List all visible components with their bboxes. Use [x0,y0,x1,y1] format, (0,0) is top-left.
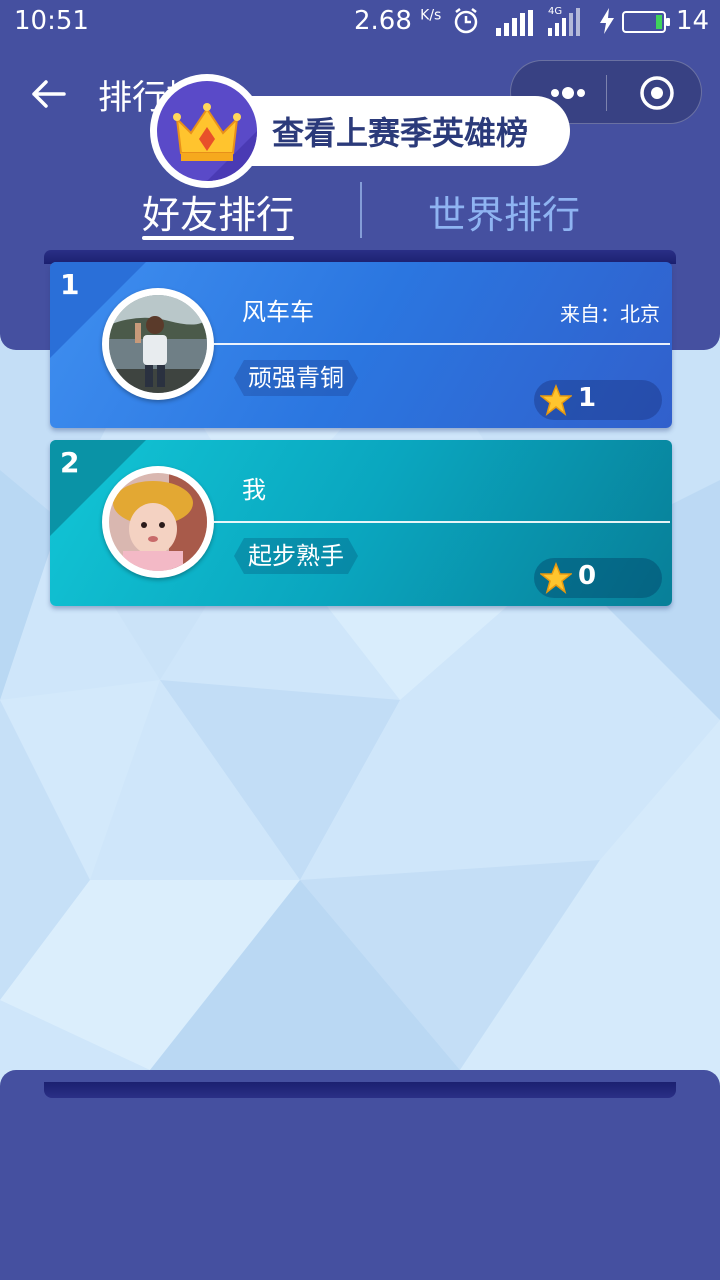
status-time: 10:51 [14,6,89,36]
active-tab-indicator [142,236,294,240]
rank-title-badge: 顽强青铜 [234,360,358,396]
capsule-divider [606,75,607,111]
rank-number: 1 [60,268,80,301]
leaderboard-row[interactable]: 2 我 起步熟手 0 [50,440,672,606]
tab-divider [360,182,362,238]
star-count: 1 [578,383,597,413]
signal-icon [496,10,533,36]
crown-icon [173,103,257,181]
star-icon [540,562,572,594]
rank-title-badge: 起步熟手 [234,538,358,574]
star-count-pill: 1 [534,380,662,420]
star-count: 0 [578,561,597,591]
close-target-icon[interactable] [631,61,701,125]
row-divider [214,521,670,523]
ranking-tabs: 好友排行 世界排行 [0,180,720,250]
last-season-heroes-label: 查看上赛季英雄榜 [272,114,529,152]
star-icon [540,384,572,416]
status-bar: 10:51 2.68 K/s 4G 14 [0,0,720,46]
avatar-photo [109,295,207,393]
rank-number: 2 [60,446,80,479]
star-count-pill: 0 [534,558,662,598]
back-arrow-icon[interactable] [28,74,68,114]
leaderboard-row[interactable]: 1 风车车 来自：北京 顽强青铜 1 [50,262,672,428]
alarm-icon [454,8,478,34]
battery-icon [622,11,670,33]
footer-panel [0,1070,720,1280]
row-divider [214,343,670,345]
player-location: 来自：北京 [560,302,660,326]
crown-badge[interactable] [150,74,264,188]
signal-4g-icon [548,8,580,36]
charging-icon [600,8,614,34]
avatar[interactable] [102,466,214,578]
tab-world-ranking[interactable]: 世界排行 [428,184,580,239]
avatar[interactable] [102,288,214,400]
tab-friends-ranking[interactable]: 好友排行 [142,184,294,239]
list-bottom-edge [44,1082,676,1098]
network-speed: 2.68 K/s [354,6,442,36]
battery-level: 14 [676,6,710,36]
player-name: 风车车 [242,298,314,326]
player-name: 我 [242,476,266,504]
avatar-photo [109,473,207,571]
